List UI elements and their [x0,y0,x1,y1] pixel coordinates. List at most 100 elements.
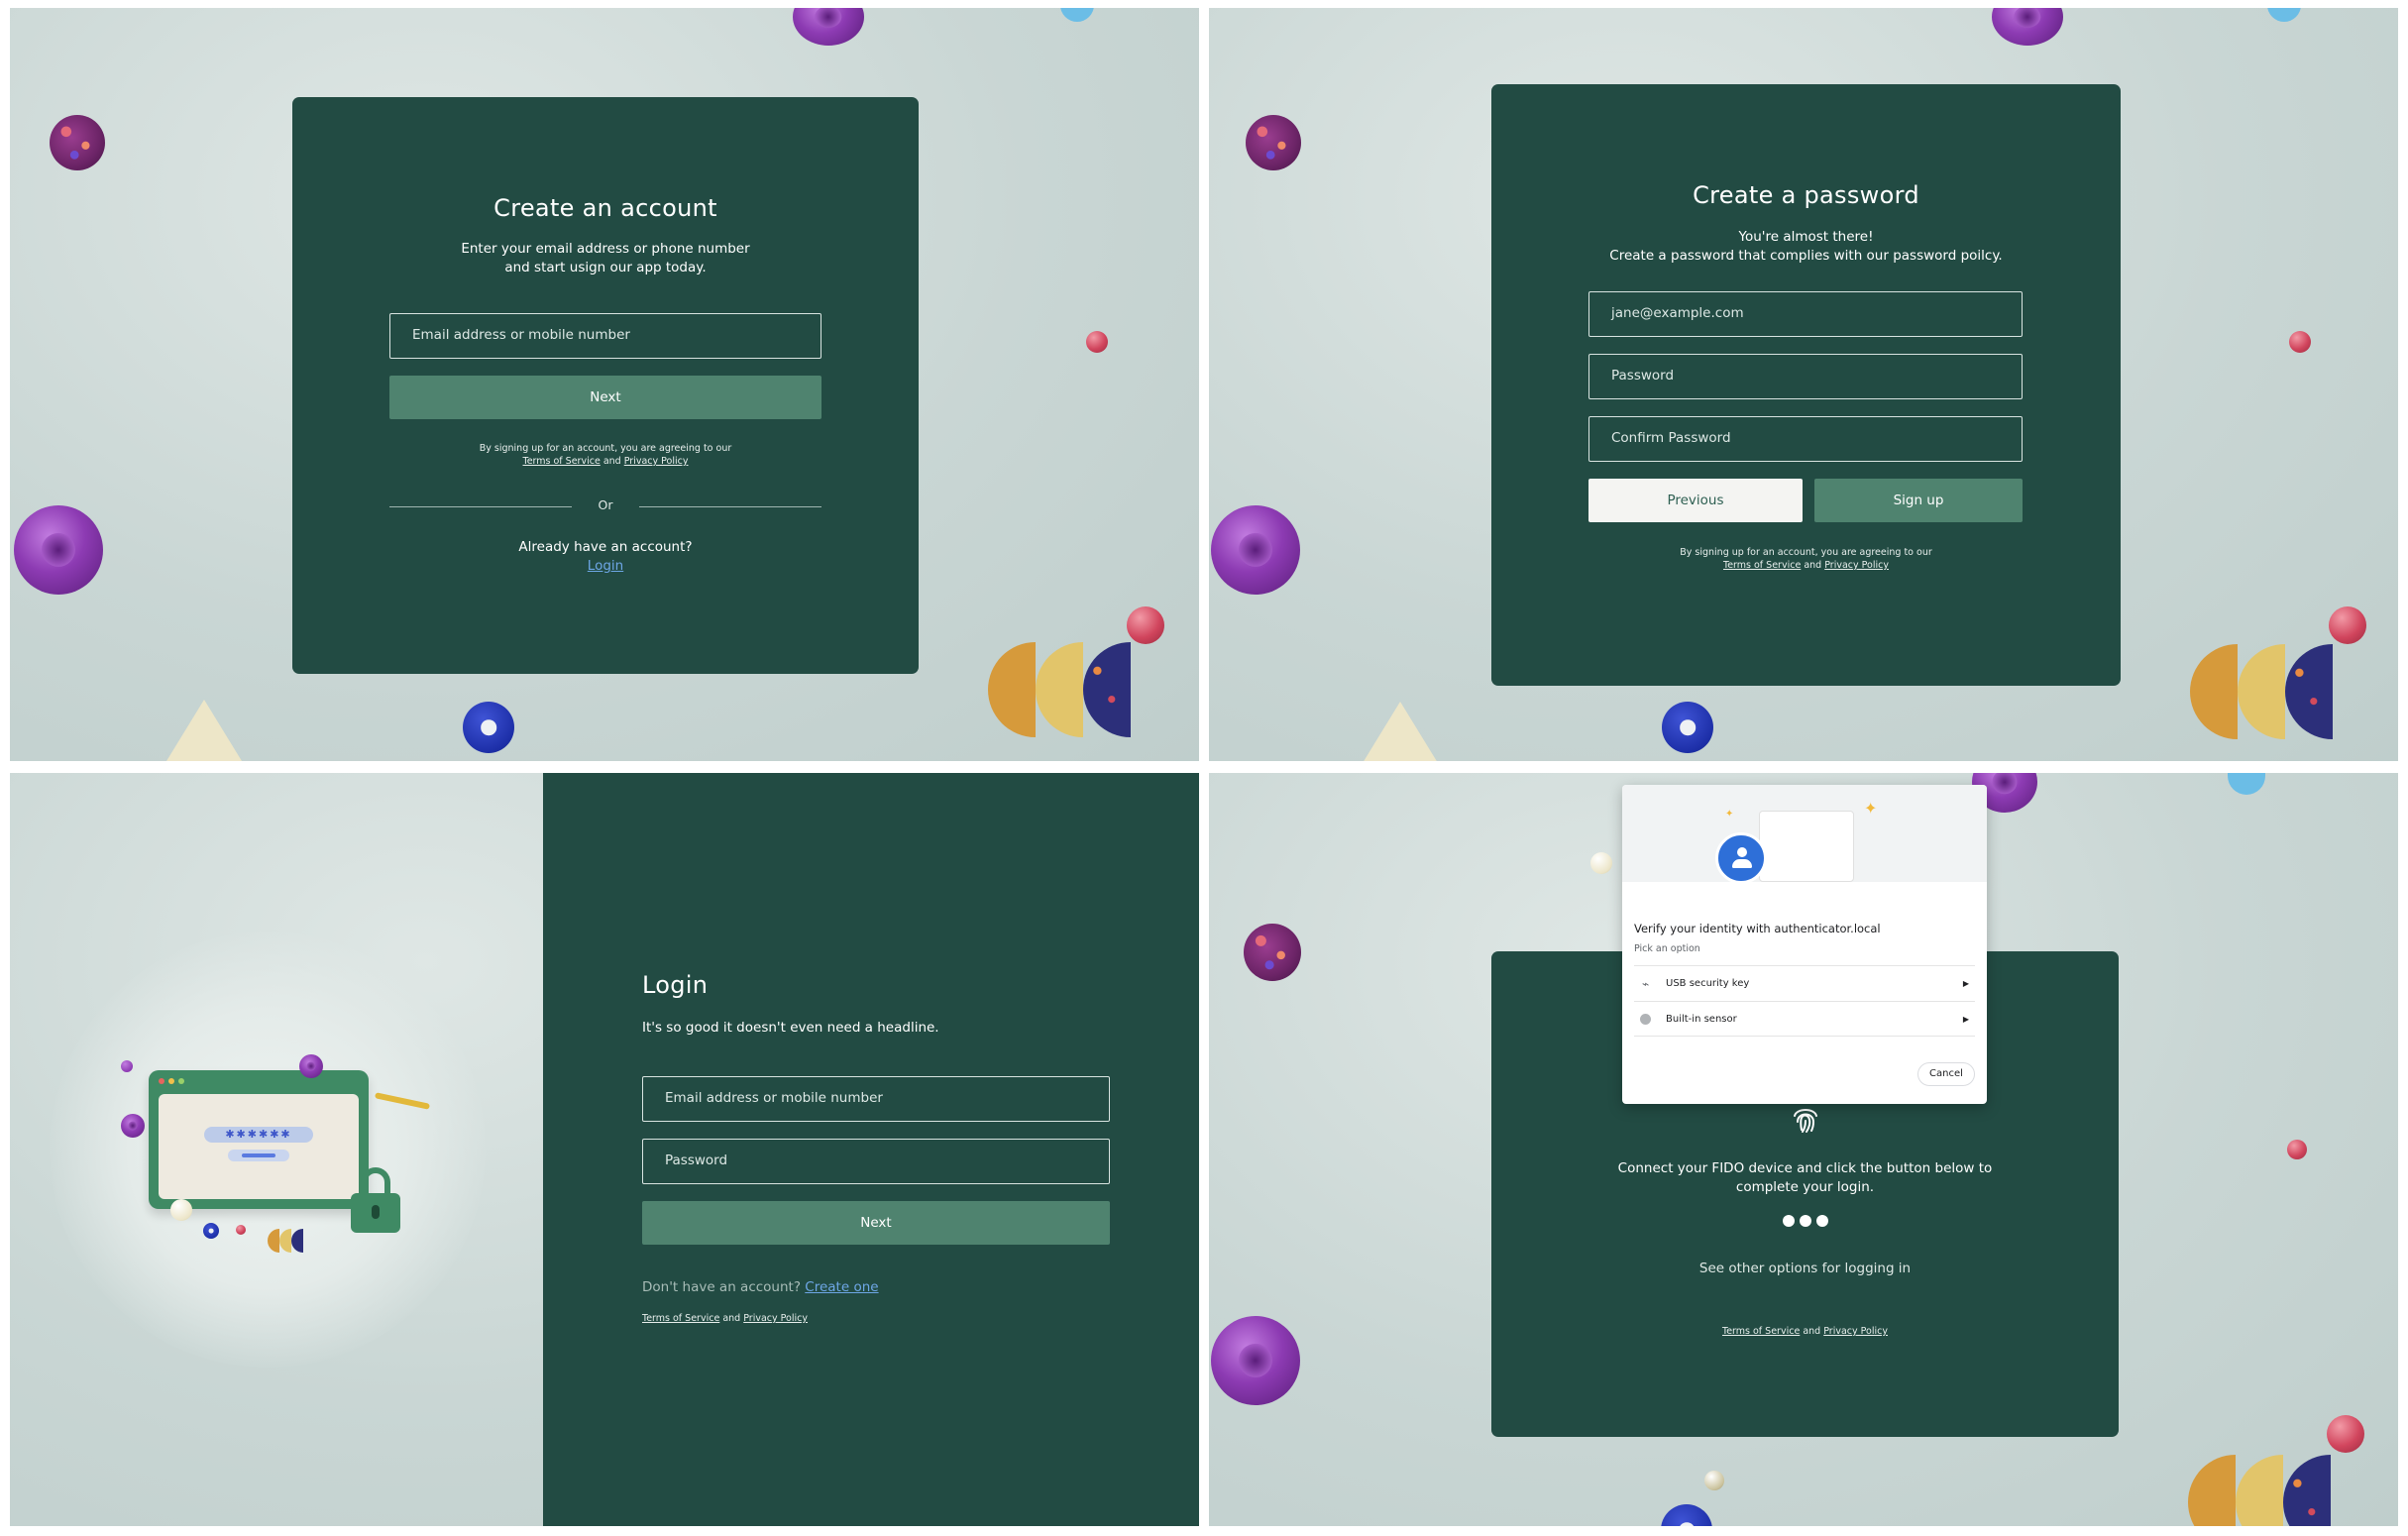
terms-link[interactable]: Terms of Service [523,456,601,467]
legal-prefix: By signing up for an account, you are ag… [479,443,732,454]
confirm-password-field[interactable]: Confirm Password [1588,416,2023,462]
decorative-pink-ball [2329,606,2366,644]
legal-prefix: By signing up for an account, you are ag… [1680,547,1932,558]
decorative-blue-ring [203,1223,219,1239]
user-avatar-icon [1715,832,1767,884]
privacy-link[interactable]: Privacy Policy [1823,1326,1888,1337]
page-title: Create a password [1693,181,1919,209]
decorative-half-disc-yellow [2236,1455,2283,1526]
subtitle-line-1: You're almost there! [1738,229,1874,245]
option-label: USB security key [1666,978,1750,989]
decorative-purple-ring [299,1054,323,1078]
decorative-half-disc-orange [988,642,1036,737]
window-dot [159,1078,164,1084]
decorative-pink-ball [1127,606,1164,644]
option-built-in-sensor[interactable]: Built-in sensor ▶ [1634,1001,1975,1037]
login-link[interactable]: Login [588,558,623,574]
sparkle-icon: ✦ [1864,799,1878,818]
decorative-cream-ball [1704,1471,1724,1490]
decorative-cone [1363,702,1438,761]
email-field[interactable]: Email address or mobile number [642,1076,1110,1122]
privacy-link[interactable]: Privacy Policy [743,1313,808,1324]
other-options-link[interactable]: See other options for logging in [1491,1261,2119,1276]
password-button [228,1150,289,1161]
dialog-illustration: ✦ ✦ [1622,785,1987,884]
option-label: Built-in sensor [1666,1014,1737,1025]
decorative-pink-ball [2327,1415,2364,1453]
decorative-pink-ball [236,1225,246,1235]
and-text: and [722,1313,741,1324]
subtitle: Enter your email address or phone number… [292,240,919,277]
decorative-sky-shape [1060,8,1094,22]
sparkle-icon: ✦ [1725,809,1734,820]
and-text: and [1803,1326,1821,1337]
fingerprint-icon [1789,1102,1822,1136]
loading-dots [1783,1215,1830,1227]
fido-message: Connect your FIDO device and click the b… [1491,1159,2119,1197]
password-bar: ✱✱✱✱✱✱ [204,1127,313,1143]
page-title: Create an account [493,194,717,222]
fido-message-line-2: complete your login. [1735,1179,1875,1195]
create-account-card: Create an account Enter your email addre… [292,97,919,674]
decorative-cone [166,700,242,761]
terms-link[interactable]: Terms of Service [1723,560,1801,571]
decorative-half-disc-yellow [1036,642,1083,737]
create-account-link[interactable]: Create one [805,1279,878,1295]
terms-link[interactable]: Terms of Service [1722,1326,1800,1337]
terms-link[interactable]: Terms of Service [642,1313,719,1324]
decorative-half-disc [268,1229,279,1253]
window-dot [168,1078,174,1084]
password-field[interactable]: Password [1588,354,2023,399]
legal-text: Terms of Service and Privacy Policy [642,1312,808,1325]
illustration-card [1759,811,1854,882]
privacy-link[interactable]: Privacy Policy [624,456,689,467]
illustration-window: ✱✱✱✱✱✱ [149,1070,369,1209]
create-password-screen: Create a password You're almost there! C… [1209,8,2398,761]
legal-text: Terms of Service and Privacy Policy [1491,1325,2119,1338]
page-title: Login [642,971,709,999]
fido-message-line-1: Connect your FIDO device and click the b… [1617,1160,1993,1176]
previous-button[interactable]: Previous [1588,479,1803,522]
no-account-text: Don't have an account? [642,1279,801,1295]
decorative-pencil [374,1092,431,1110]
decorative-cream-ball [1590,852,1612,874]
decorative-cursor [170,1199,192,1221]
signup-prompt: Don't have an account? Create one [642,1279,879,1295]
chevron-right-icon: ▶ [1962,979,1969,988]
window-screen [159,1094,359,1199]
divider-label: Or [598,497,613,512]
next-button[interactable]: Next [389,376,821,419]
next-button[interactable]: Next [642,1201,1110,1245]
usb-icon: ⌁ [1642,977,1650,991]
email-field[interactable]: Email address or mobile number [389,313,821,359]
legal-text: By signing up for an account, you are ag… [1491,546,2121,572]
decorative-half-disc-yellow [2238,644,2285,739]
subtitle-line-1: Enter your email address or phone number [461,241,750,257]
subtitle-line-2: Create a password that complies with our… [1609,248,2003,264]
chevron-right-icon: ▶ [1962,1015,1969,1024]
and-text: and [1804,560,1822,571]
divider-left [389,506,572,507]
decorative-blue-ring [1662,702,1713,753]
decorative-purple-ring [121,1114,145,1138]
verify-identity-dialog: ✦ ✦ Verify your identity with authentica… [1622,785,1987,1104]
decorative-purple-ring [1992,8,2063,46]
login-card: Login It's so good it doesn't even need … [543,773,1199,1526]
decorative-half-disc-terrazzo [2283,1455,2331,1526]
decorative-blue-ring [1661,1504,1712,1526]
email-field[interactable]: jane@example.com [1588,291,2023,337]
decorative-terrazzo-ball [50,115,105,170]
login-link-row: Login [292,558,919,574]
subtitle: It's so good it doesn't even need a head… [642,1020,939,1036]
password-field[interactable]: Password [642,1139,1110,1184]
decorative-sky-shape [2228,773,2265,795]
and-text: and [602,456,621,467]
sign-up-button[interactable]: Sign up [1814,479,2023,522]
subtitle-line-2: and start usign our app today. [504,260,707,275]
privacy-link[interactable]: Privacy Policy [1824,560,1889,571]
cancel-button[interactable]: Cancel [1917,1062,1975,1086]
decorative-half-disc-orange [2188,1455,2236,1526]
decorative-purple-dot [121,1060,133,1072]
option-usb-security-key[interactable]: ⌁ USB security key ▶ [1634,965,1975,1001]
lock-icon [351,1167,400,1233]
